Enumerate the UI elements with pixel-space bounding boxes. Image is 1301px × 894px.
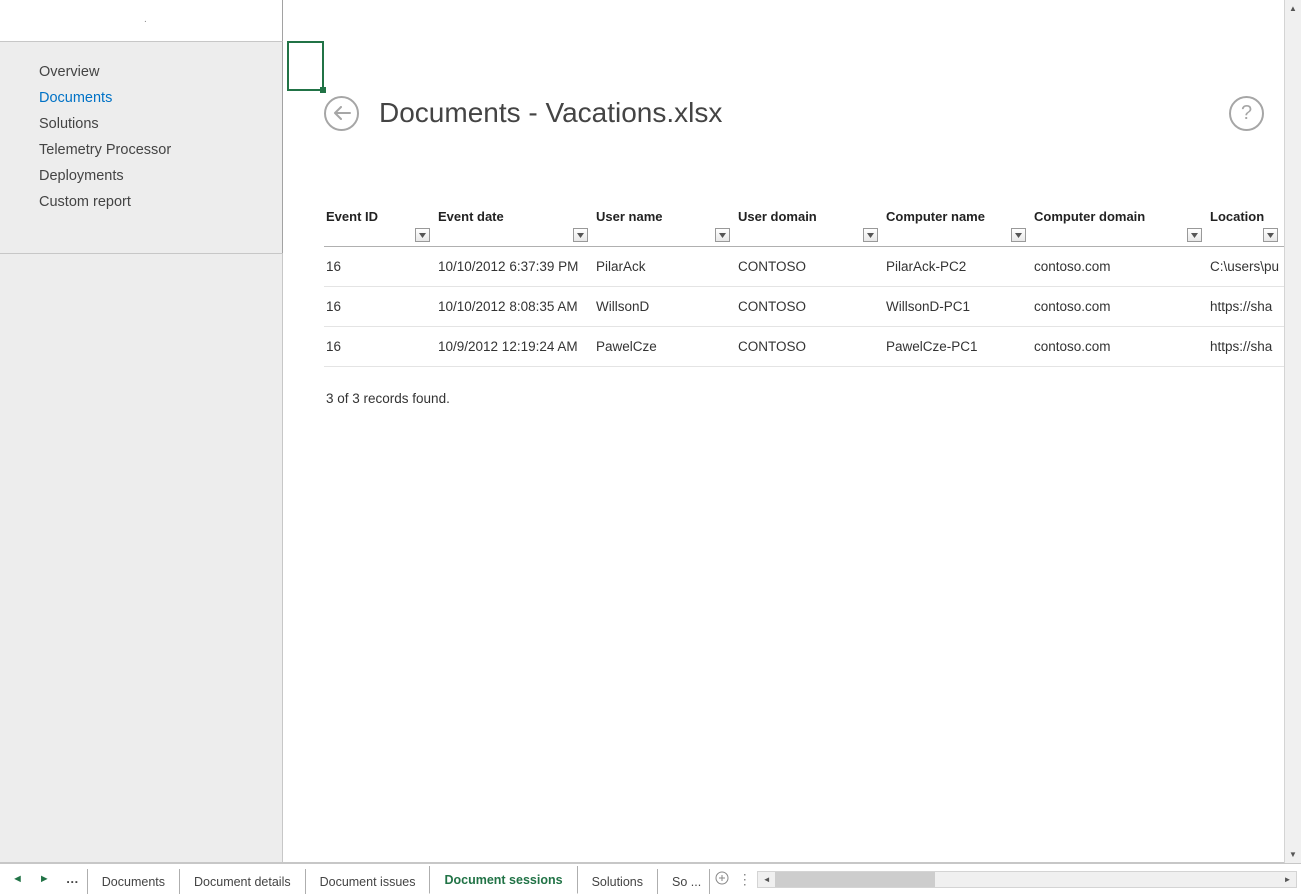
sheet-tabs: DocumentsDocument detailsDocument issues…	[87, 864, 709, 894]
cell-event_date: 10/10/2012 6:37:39 PM	[436, 247, 594, 287]
column-header-label: User domain	[738, 209, 817, 224]
filter-dropdown-icon[interactable]	[715, 228, 730, 242]
column-header-label: Event ID	[326, 209, 378, 224]
cell-computer_name: PawelCze-PC1	[884, 327, 1032, 367]
cell-user_name: PawelCze	[594, 327, 736, 367]
sheet-nav-next-icon[interactable]: ►	[39, 873, 50, 885]
scroll-up-arrow-icon[interactable]: ▲	[1285, 0, 1301, 17]
cell-event_id: 16	[324, 247, 436, 287]
cell-computer_name: WillsonD-PC1	[884, 287, 1032, 327]
cell-user_domain: CONTOSO	[736, 247, 884, 287]
sheet-tab-document-issues[interactable]: Document issues	[305, 869, 431, 894]
cell-user_domain: CONTOSO	[736, 287, 884, 327]
column-header-location[interactable]: Location	[1208, 205, 1284, 247]
column-header-event-id[interactable]: Event ID	[324, 205, 436, 247]
sidebar-header	[0, 0, 283, 41]
sidebar: OverviewDocumentsSolutionsTelemetry Proc…	[0, 0, 283, 862]
sheet-tab-solutions[interactable]: Solutions	[577, 869, 658, 894]
filter-dropdown-icon[interactable]	[1263, 228, 1278, 242]
active-cell-indicator[interactable]	[287, 41, 324, 91]
content-area: Documents - Vacations.xlsx ? Event IDEve…	[283, 0, 1284, 862]
table-row[interactable]: 1610/10/2012 6:37:39 PMPilarAckCONTOSOPi…	[324, 247, 1284, 287]
cell-event_id: 16	[324, 287, 436, 327]
sidebar-item-solutions[interactable]: Solutions	[0, 111, 282, 137]
column-header-label: User name	[596, 209, 662, 224]
cell-computer_name: PilarAck-PC2	[884, 247, 1032, 287]
cell-user_name: WillsonD	[594, 287, 736, 327]
sidebar-item-documents[interactable]: Documents	[0, 85, 282, 111]
table-row[interactable]: 1610/9/2012 12:19:24 AMPawelCzeCONTOSOPa…	[324, 327, 1284, 367]
scroll-down-arrow-icon[interactable]: ▼	[1285, 846, 1301, 863]
cell-location: https://sha	[1208, 327, 1284, 367]
filter-dropdown-icon[interactable]	[1187, 228, 1202, 242]
table-row[interactable]: 1610/10/2012 8:08:35 AMWillsonDCONTOSOWi…	[324, 287, 1284, 327]
plus-circle-icon	[715, 871, 729, 885]
sheet-tab-document-sessions[interactable]: Document sessions	[429, 866, 577, 894]
sheet-tab-document-details[interactable]: Document details	[179, 869, 306, 894]
column-header-label: Event date	[438, 209, 504, 224]
sheet-tab-bar: ◄ ► … DocumentsDocument detailsDocument …	[0, 863, 1301, 894]
sheet-tab-so-[interactable]: So ...	[657, 869, 710, 894]
page-title: Documents - Vacations.xlsx	[379, 97, 722, 129]
sheet-nav-more-icon[interactable]: …	[66, 871, 79, 888]
sidebar-list: OverviewDocumentsSolutionsTelemetry Proc…	[0, 41, 283, 253]
cell-location: C:\users\pu	[1208, 247, 1284, 287]
filter-dropdown-icon[interactable]	[1011, 228, 1026, 242]
column-header-computer-domain[interactable]: Computer domain	[1032, 205, 1208, 247]
sidebar-item-custom-report[interactable]: Custom report	[0, 189, 282, 215]
sidebar-spacer	[0, 253, 283, 862]
hscroll-thumb[interactable]	[775, 872, 935, 887]
column-header-label: Location	[1210, 209, 1264, 224]
cell-event_id: 16	[324, 327, 436, 367]
records-summary: 3 of 3 records found.	[324, 367, 1284, 406]
back-button[interactable]	[324, 96, 359, 131]
scroll-track[interactable]	[1285, 17, 1301, 846]
column-header-computer-name[interactable]: Computer name	[884, 205, 1032, 247]
cell-computer_domain: contoso.com	[1032, 287, 1208, 327]
sidebar-item-telemetry-processor[interactable]: Telemetry Processor	[0, 137, 282, 163]
vertical-scrollbar[interactable]: ▲ ▼	[1284, 0, 1301, 863]
horizontal-scrollbar[interactable]: ◄ ►	[757, 871, 1297, 888]
hscroll-track[interactable]	[775, 872, 1279, 887]
column-header-label: Computer name	[886, 209, 985, 224]
sheet-nav-prev-icon[interactable]: ◄	[12, 873, 23, 885]
cell-computer_domain: contoso.com	[1032, 247, 1208, 287]
new-sheet-button[interactable]	[709, 865, 735, 891]
data-table: Event ID Event date User name User domain Co…	[324, 205, 1284, 367]
scroll-left-arrow-icon[interactable]: ◄	[758, 872, 775, 887]
help-button[interactable]: ?	[1229, 96, 1264, 131]
page-header: Documents - Vacations.xlsx ?	[324, 88, 1284, 138]
cell-user_domain: CONTOSO	[736, 327, 884, 367]
sidebar-item-overview[interactable]: Overview	[0, 59, 282, 85]
cell-event_date: 10/9/2012 12:19:24 AM	[436, 327, 594, 367]
scroll-right-arrow-icon[interactable]: ►	[1279, 872, 1296, 887]
question-icon: ?	[1241, 102, 1252, 125]
cell-computer_domain: contoso.com	[1032, 327, 1208, 367]
column-header-user-name[interactable]: User name	[594, 205, 736, 247]
filter-dropdown-icon[interactable]	[863, 228, 878, 242]
sheet-tab-documents[interactable]: Documents	[87, 869, 180, 894]
column-header-user-domain[interactable]: User domain	[736, 205, 884, 247]
tab-options-icon[interactable]: ⋮	[735, 864, 753, 894]
cell-user_name: PilarAck	[594, 247, 736, 287]
data-table-wrap: Event ID Event date User name User domain Co…	[324, 205, 1284, 406]
column-header-event-date[interactable]: Event date	[436, 205, 594, 247]
filter-dropdown-icon[interactable]	[573, 228, 588, 242]
filter-dropdown-icon[interactable]	[415, 228, 430, 242]
cell-location: https://sha	[1208, 287, 1284, 327]
column-header-label: Computer domain	[1034, 209, 1145, 224]
sidebar-item-deployments[interactable]: Deployments	[0, 163, 282, 189]
cell-event_date: 10/10/2012 8:08:35 AM	[436, 287, 594, 327]
sheet-nav: ◄ ► …	[0, 864, 83, 894]
